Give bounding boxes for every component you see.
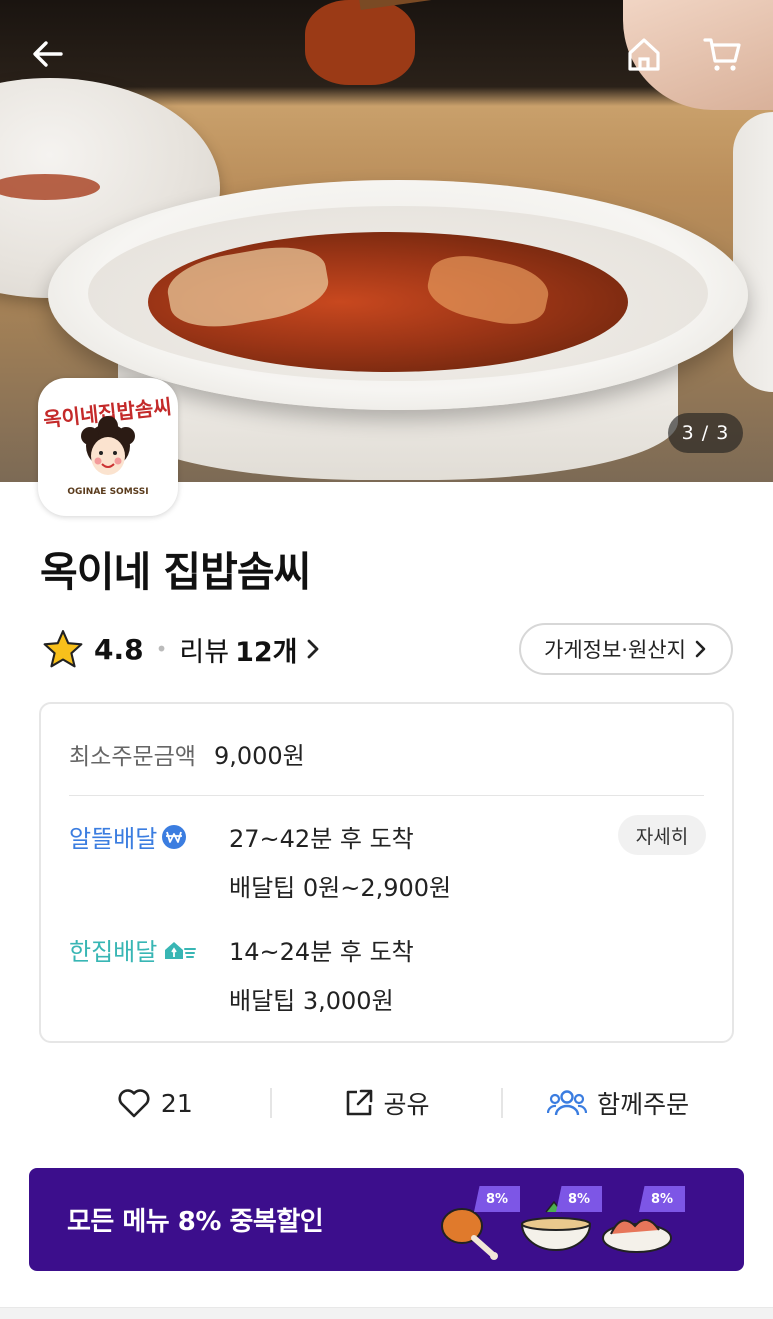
chevron-right-icon xyxy=(695,640,706,658)
section-divider xyxy=(0,1307,773,1319)
saver-delivery-tip: 배달팁 0원~2,900원 xyxy=(229,874,452,902)
single-delivery-name: 한집배달 xyxy=(69,932,197,967)
rating-row: 4.8 • 리뷰 12개 xyxy=(42,626,322,672)
heart-icon xyxy=(118,1089,150,1118)
divider xyxy=(69,795,704,796)
single-delivery-time: 14~24분 후 도착 xyxy=(229,938,414,966)
speed-house-icon xyxy=(165,941,197,959)
cart-icon xyxy=(703,38,741,71)
store-info-label: 가게정보·원산지 xyxy=(544,638,686,662)
cart-button[interactable] xyxy=(700,32,744,76)
group-order-button[interactable]: 함께주문 xyxy=(503,1085,733,1121)
home-button[interactable] xyxy=(622,32,666,76)
share-label: 공유 xyxy=(383,1090,430,1119)
delivery-info-card: 최소주문금액 9,000원 알뜰배달 27~42분 후 도착 배달팁 0원~2,… xyxy=(39,702,734,1043)
min-order-row: 최소주문금액 9,000원 xyxy=(69,736,305,771)
badge: 8% xyxy=(556,1186,602,1212)
group-order-label: 함께주문 xyxy=(597,1090,690,1119)
discount-banner[interactable]: 모든 메뉴 8% 중복할인 8% 8% 8% xyxy=(29,1168,744,1271)
review-link[interactable]: 리뷰 12개 xyxy=(179,630,321,669)
store-name: 옥이네 집밥솜씨 xyxy=(40,548,311,596)
banner-text: 모든 메뉴 8% 중복할인 xyxy=(67,1207,324,1237)
store-logo: 옥이네집밥솜씨 OGINAE SOMSSI xyxy=(38,378,178,516)
like-count: 21 xyxy=(160,1088,193,1118)
review-count: 12개 xyxy=(235,636,298,668)
badge: 8% xyxy=(639,1186,685,1212)
min-order-label: 최소주문금액 xyxy=(69,744,196,770)
food-bite xyxy=(305,0,415,85)
review-label: 리뷰 xyxy=(179,636,230,668)
sushi-promo-icon: 8% xyxy=(599,1182,689,1262)
won-coin-icon xyxy=(162,824,187,849)
store-info-button[interactable]: 가게정보·원산지 xyxy=(519,623,733,675)
action-bar: 21 공유 함께주문 xyxy=(40,1078,733,1128)
chicken-promo-icon: 8% xyxy=(434,1182,524,1262)
share-icon xyxy=(346,1089,372,1116)
min-order-value: 9,000원 xyxy=(213,742,305,770)
like-button[interactable]: 21 xyxy=(40,1087,270,1119)
separator-dot: • xyxy=(155,637,168,661)
star-icon xyxy=(43,630,83,668)
back-button[interactable] xyxy=(26,32,70,76)
noodle-promo-icon: 8% xyxy=(516,1182,606,1262)
arrow-left-icon xyxy=(33,41,63,67)
delivery-detail-button[interactable]: 자세히 xyxy=(618,815,706,855)
badge: 8% xyxy=(474,1186,520,1212)
single-delivery-tip: 배달팁 3,000원 xyxy=(229,987,394,1015)
rating-value: 4.8 xyxy=(94,632,144,666)
saver-delivery-name: 알뜰배달 xyxy=(69,819,187,854)
svg-text:OGINAE SOMSSI: OGINAE SOMSSI xyxy=(67,487,148,497)
home-icon xyxy=(628,38,660,71)
chevron-right-icon xyxy=(307,639,318,659)
group-people-icon xyxy=(547,1090,588,1116)
image-page-indicator: 3 / 3 xyxy=(668,413,743,453)
saver-delivery-time: 27~42분 후 도착 xyxy=(229,825,414,853)
share-button[interactable]: 공유 xyxy=(272,1085,502,1121)
